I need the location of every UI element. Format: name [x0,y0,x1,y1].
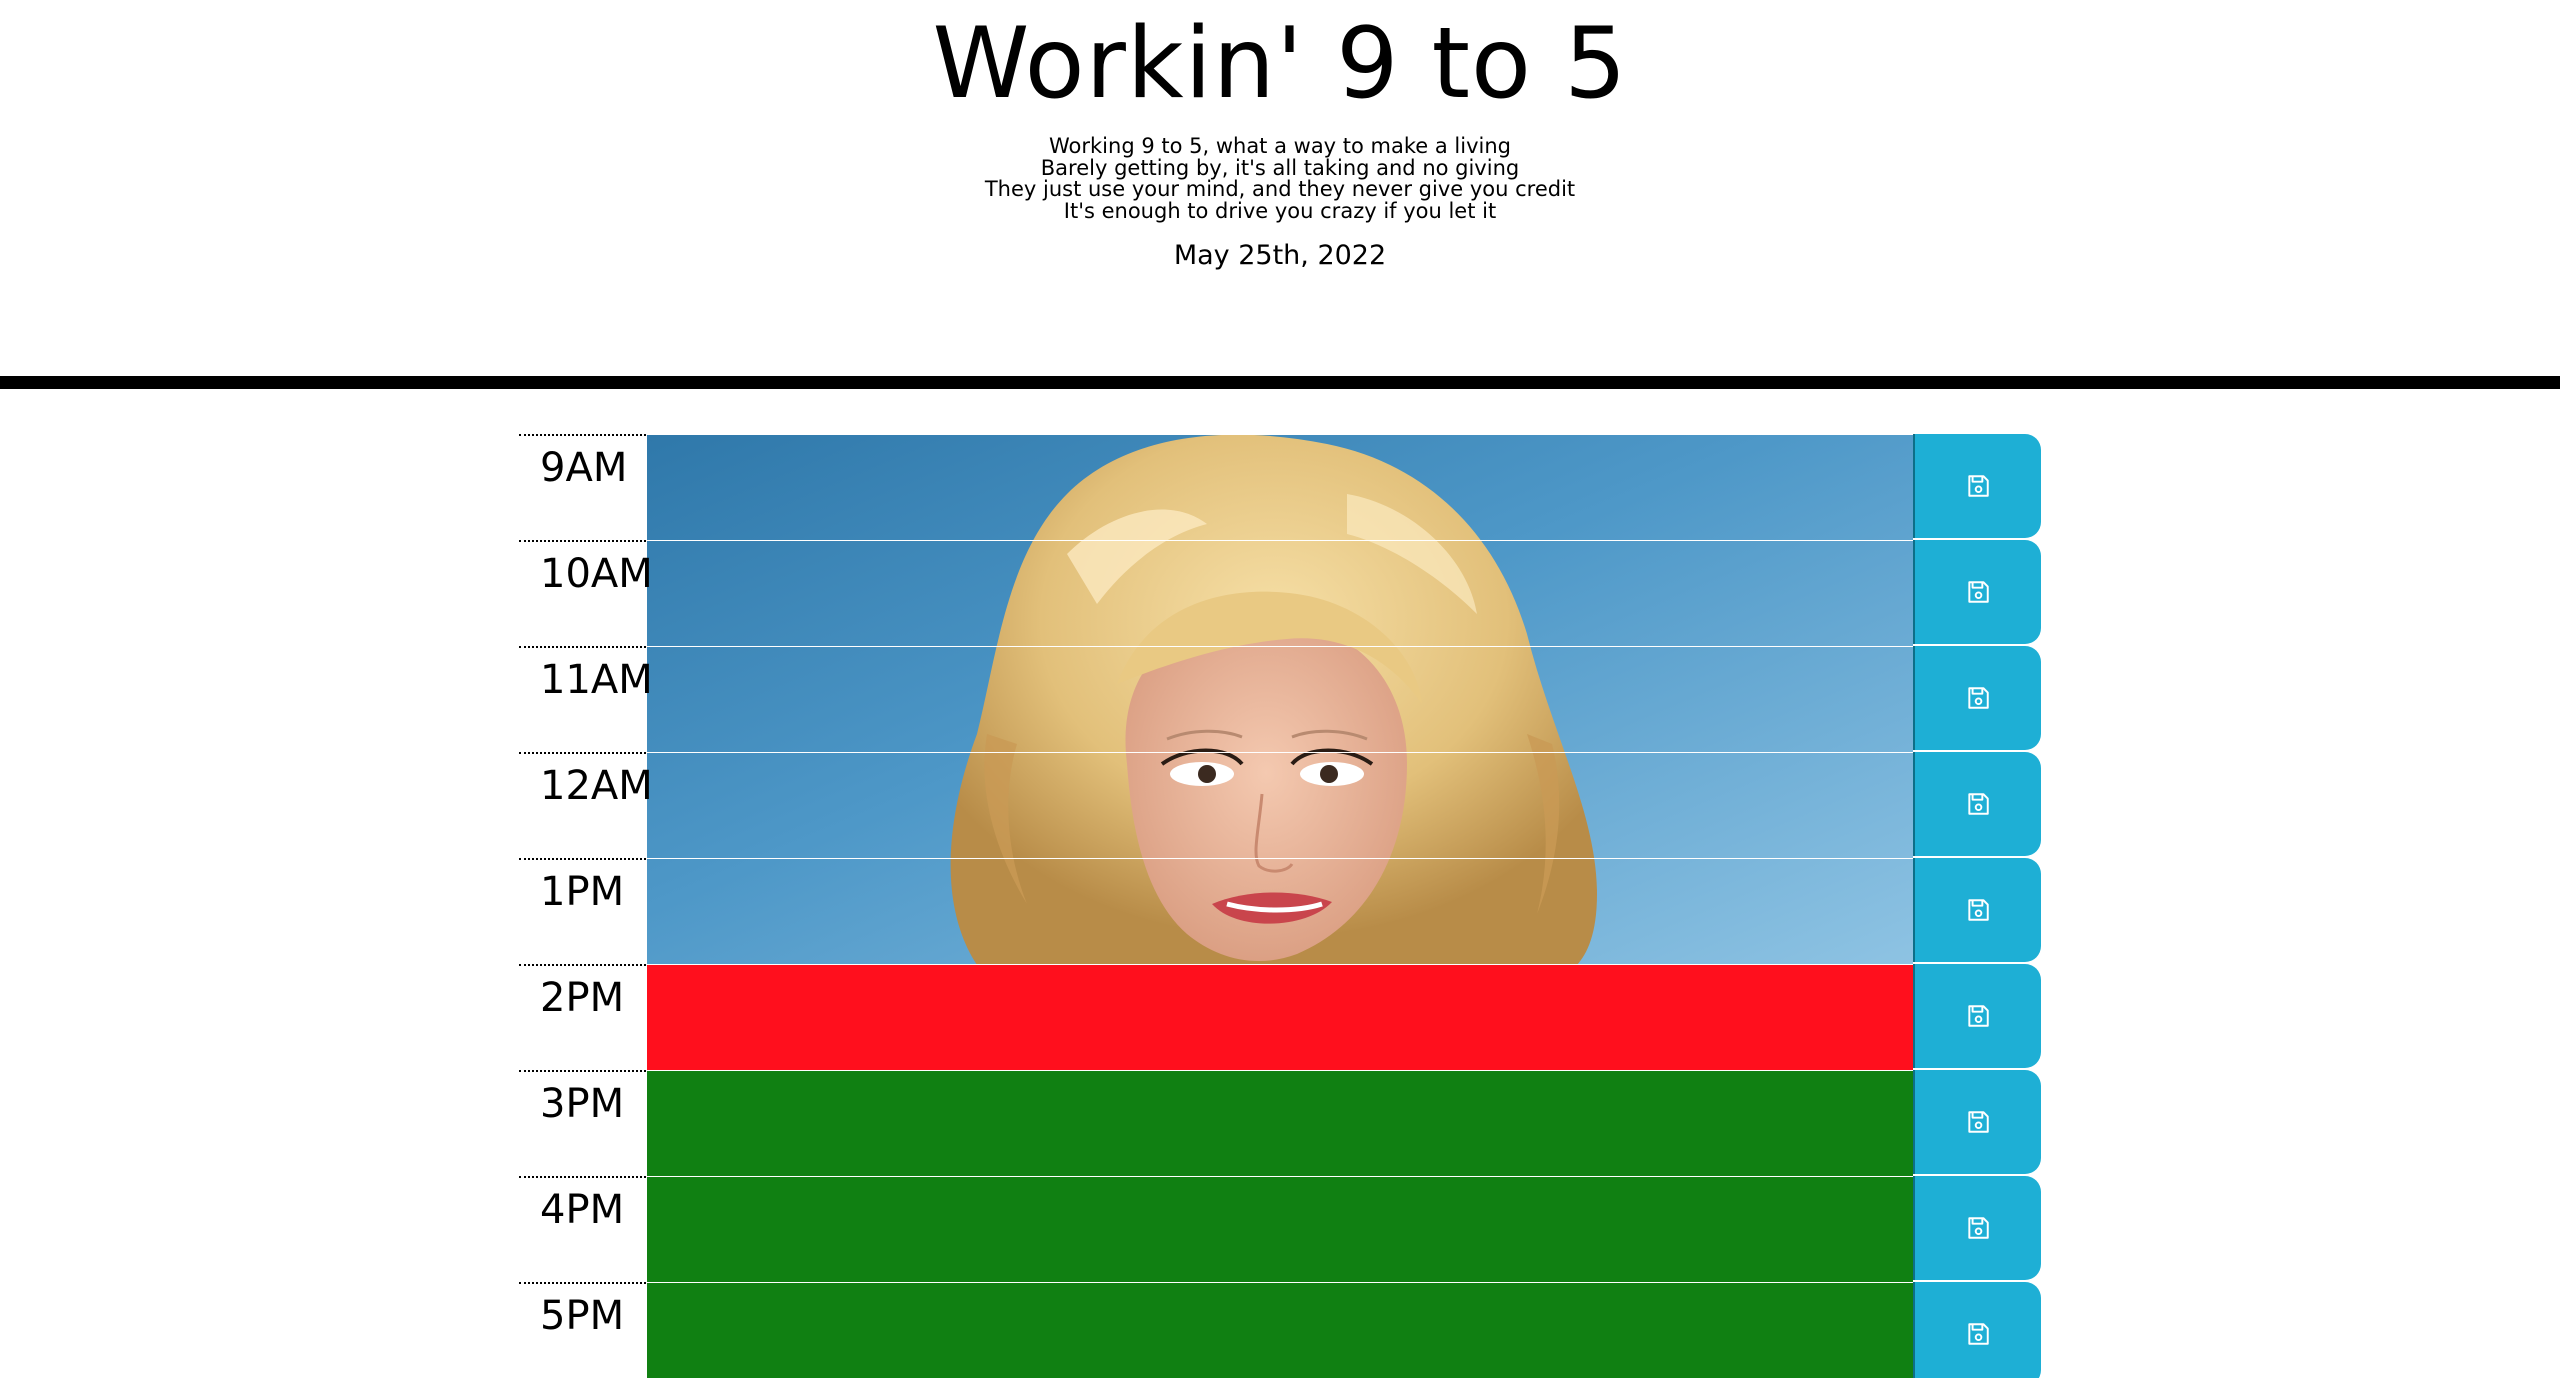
floppy-disk-icon [1965,685,1991,711]
lyric-line: They just use your mind, and they never … [984,177,1576,201]
event-input[interactable] [647,1070,1913,1176]
save-button[interactable] [1913,1070,2041,1174]
hour-label: 1PM [519,858,646,964]
floppy-disk-icon [1965,897,1991,923]
save-button[interactable] [1913,964,2041,1068]
hour-label: 3PM [519,1070,646,1176]
time-block-row: 12AM [519,752,2041,858]
event-input[interactable] [647,434,1913,540]
hour-label: 10AM [519,540,653,646]
time-block-row: 5PM [519,1282,2041,1378]
event-input[interactable] [647,1176,1913,1282]
hour-label: 2PM [519,964,646,1070]
lyric-line: Barely getting by, it's all taking and n… [1040,155,1520,180]
event-input[interactable] [647,646,1913,752]
time-block-row: 9AM [519,434,2041,540]
hour-label: 12AM [519,752,653,858]
save-button[interactable] [1913,646,2041,750]
event-input[interactable] [647,752,1913,858]
hour-label: 5PM [519,1282,646,1378]
floppy-disk-icon [1965,579,1991,605]
save-button[interactable] [1913,540,2041,644]
floppy-disk-icon [1965,791,1991,817]
floppy-disk-icon [1965,1109,1991,1135]
hour-label: 9AM [519,434,646,540]
event-input[interactable] [647,540,1913,646]
lyric-line: It's enough to drive you crazy if you le… [1063,198,1497,223]
header: Workin' 9 to 5 Working 9 to 5, what a wa… [0,0,2560,389]
day-planner: 9AM 10AM 11AM 12AM 1PM 2PM 3PM 4PM 5PM [519,434,2041,1378]
save-button[interactable] [1913,434,2041,538]
current-date: May 25th, 2022 [1173,240,1387,271]
time-block-row: 2PM [519,964,2041,1070]
floppy-disk-icon [1965,473,1991,499]
event-input[interactable] [647,858,1913,964]
save-button[interactable] [1913,858,2041,962]
page-title: Workin' 9 to 5 [932,7,1628,121]
time-block-row: 3PM [519,1070,2041,1176]
time-block-row: 1PM [519,858,2041,964]
lyrics: Working 9 to 5, what a way to make a liv… [0,134,2560,223]
hour-label: 4PM [519,1176,646,1282]
lyric-line: Working 9 to 5, what a way to make a liv… [1049,134,1511,158]
save-button[interactable] [1913,752,2041,856]
floppy-disk-icon [1965,1003,1991,1029]
time-block-row: 11AM [519,646,2041,752]
save-button[interactable] [1913,1176,2041,1280]
floppy-disk-icon [1965,1321,1991,1347]
event-input[interactable] [647,964,1913,1070]
save-button[interactable] [1913,1282,2041,1378]
time-block-row: 10AM [519,540,2041,646]
hour-label: 11AM [519,646,653,752]
event-input[interactable] [647,1282,1913,1378]
floppy-disk-icon [1965,1215,1991,1241]
time-block-row: 4PM [519,1176,2041,1282]
